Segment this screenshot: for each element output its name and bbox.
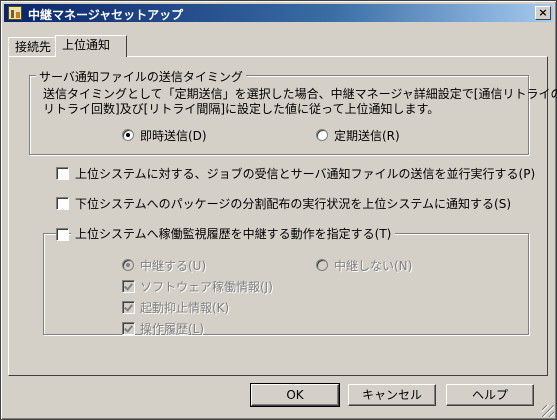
- close-button[interactable]: ×: [535, 6, 551, 20]
- setup-dialog: 中継マネージャセットアップ × 接続先 上位通知 サーバ通知ファイルの送信タイミ…: [0, 0, 557, 420]
- timing-description-line2: リトライ回数]及び[リトライ間隔]に設定した値に従って上位通知します。: [43, 102, 440, 116]
- operation-history-label[interactable]: 操作履歴(L): [140, 320, 204, 337]
- startup-suppress-checkbox[interactable]: [122, 301, 135, 314]
- notify-distribution-label[interactable]: 下位システムへのパッケージの分割配布の実行状況を上位システムに通知する(S): [75, 195, 511, 212]
- operation-history-checkbox[interactable]: [122, 322, 135, 335]
- periodic-send-label[interactable]: 定期送信(R): [334, 127, 400, 144]
- monitor-relay-label[interactable]: 上位システムへ稼働監視履歴を中継する動作を指定する(T): [71, 225, 396, 242]
- tab-upper-notification[interactable]: 上位通知: [55, 35, 127, 57]
- radio-no-relay[interactable]: [316, 259, 328, 271]
- monitor-relay-checkbox[interactable]: [56, 228, 69, 241]
- cancel-button[interactable]: キャンセル: [348, 384, 436, 406]
- radio-immediate-send[interactable]: [122, 129, 134, 141]
- app-icon: [8, 6, 22, 20]
- radio-periodic-send[interactable]: [316, 129, 328, 141]
- software-info-label[interactable]: ソフトウェア稼働情報(J): [140, 278, 273, 295]
- radio-relay[interactable]: [122, 259, 134, 271]
- monitor-groupbox: [43, 233, 529, 335]
- title-bar[interactable]: 中継マネージャセットアップ ×: [4, 4, 553, 22]
- resize-grip-icon[interactable]: [542, 405, 554, 417]
- no-relay-label[interactable]: 中継しない(N): [334, 257, 412, 274]
- parallel-exec-label[interactable]: 上位システムに対する、ジョブの受信とサーバ通知ファイルの送信を並行実行する(P): [75, 165, 535, 182]
- timing-group-legend: サーバ通知ファイルの送信タイミング: [36, 68, 246, 85]
- ok-button[interactable]: OK: [250, 383, 340, 407]
- tab-connection[interactable]: 接続先: [8, 37, 57, 56]
- parallel-exec-checkbox[interactable]: [56, 167, 69, 180]
- immediate-send-label[interactable]: 即時送信(D): [140, 127, 207, 144]
- help-button[interactable]: ヘルプ: [446, 384, 534, 406]
- relay-label[interactable]: 中継する(U): [140, 257, 206, 274]
- startup-suppress-label[interactable]: 起動抑止情報(K): [140, 299, 229, 316]
- window-title: 中継マネージャセットアップ: [28, 8, 184, 22]
- software-info-checkbox[interactable]: [122, 280, 135, 293]
- tab-panel-upper-notification: サーバ通知ファイルの送信タイミング 送信タイミングとして「定期送信」を選択した場…: [8, 56, 557, 376]
- notify-distribution-checkbox[interactable]: [56, 197, 69, 210]
